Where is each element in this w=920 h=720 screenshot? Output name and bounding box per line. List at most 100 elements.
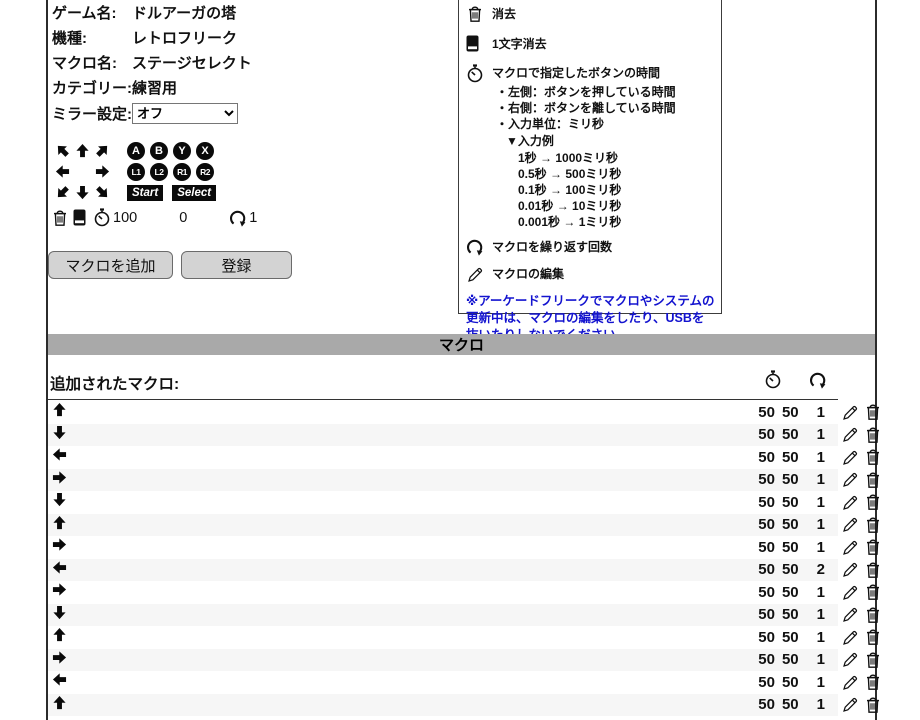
edit-macro-icon[interactable] <box>841 560 860 579</box>
edit-macro-icon[interactable] <box>841 493 860 512</box>
press-time: 50 <box>758 651 775 668</box>
dpad-up-left-button[interactable] <box>52 140 72 161</box>
stopwatch-icon <box>93 208 111 227</box>
macro-direction-left-icon <box>52 560 67 580</box>
content-frame: ゲーム名:ドルアーガの塔機種:レトロフリークマクロ名:ステージセレクトカテゴリー… <box>46 0 877 720</box>
repeat-count: 1 <box>817 606 825 623</box>
button-select[interactable]: Select <box>172 185 216 201</box>
help-time-line: ・入力単位：ミリ秒 <box>496 116 676 132</box>
macro-row-main: 50501 <box>48 626 838 649</box>
button-l1[interactable]: L1 <box>127 163 145 181</box>
trash-icon[interactable] <box>51 209 70 227</box>
macro-info-form: ゲーム名:ドルアーガの塔機種:レトロフリークマクロ名:ステージセレクトカテゴリー… <box>52 1 252 126</box>
delete-macro-icon[interactable] <box>864 493 882 511</box>
dpad-left-button[interactable] <box>52 161 72 182</box>
release-time: 50 <box>782 674 799 691</box>
button-r2[interactable]: R2 <box>196 163 214 181</box>
button-a[interactable]: A <box>127 142 145 160</box>
delete-macro-icon[interactable] <box>864 561 882 579</box>
delete-macro-icon[interactable] <box>864 628 882 646</box>
release-time: 50 <box>782 561 799 578</box>
edit-macro-icon[interactable] <box>841 605 860 624</box>
macro-row-main: 50502 <box>48 559 838 582</box>
dpad-up-right-button[interactable] <box>92 140 112 161</box>
erase-one-icon[interactable] <box>73 209 90 226</box>
delete-macro-icon[interactable] <box>864 448 882 466</box>
repeat-count: 1 <box>817 494 825 511</box>
mirror-setting-row: ミラー設定: オフ <box>52 101 252 126</box>
macro-row-main: 50501 <box>48 424 838 447</box>
edit-macro-icon[interactable] <box>841 515 860 534</box>
button-x[interactable]: X <box>196 142 214 160</box>
delete-macro-icon[interactable] <box>864 538 882 556</box>
repeat-icon <box>466 238 492 256</box>
macro-direction-up-icon <box>52 695 67 715</box>
edit-macro-icon[interactable] <box>841 425 860 444</box>
repeat-count: 1 <box>817 539 825 556</box>
field-value: ステージセレクト <box>132 51 252 76</box>
help-example-line: 0.01秒 → 10ミリ秒 <box>518 198 676 214</box>
dpad <box>52 140 112 203</box>
delete-macro-icon[interactable] <box>864 673 882 691</box>
button-l2[interactable]: L2 <box>150 163 168 181</box>
release-time: 50 <box>782 471 799 488</box>
delete-macro-icon[interactable] <box>864 426 882 444</box>
dpad-down-button[interactable] <box>72 182 92 203</box>
macro-row-main: 50501 <box>48 514 838 537</box>
press-time-value[interactable]: 100 <box>113 210 137 226</box>
delete-macro-icon[interactable] <box>864 403 882 421</box>
register-button[interactable]: 登録 <box>181 251 292 279</box>
repeat-count: 1 <box>817 674 825 691</box>
edit-macro-icon[interactable] <box>841 673 860 692</box>
field-value: ドルアーガの塔 <box>132 1 236 26</box>
edit-macro-icon[interactable] <box>841 403 860 422</box>
dpad-right-button[interactable] <box>92 161 112 182</box>
field-value: 練習用 <box>132 76 177 101</box>
add-macro-button[interactable]: マクロを追加 <box>48 251 173 279</box>
repeat-count: 2 <box>817 561 825 578</box>
macro-direction-right-icon <box>52 470 67 490</box>
delete-macro-icon[interactable] <box>864 651 882 669</box>
macro-direction-up-icon <box>52 402 67 422</box>
help-time-line: ・右側：ボタンを離している時間 <box>496 100 676 116</box>
delete-macro-icon[interactable] <box>864 606 882 624</box>
edit-macro-icon[interactable] <box>841 695 860 714</box>
repeat-count: 1 <box>817 471 825 488</box>
delete-macro-icon[interactable] <box>864 583 882 601</box>
edit-macro-icon[interactable] <box>841 448 860 467</box>
dpad-up-button[interactable] <box>72 140 92 161</box>
macro-row: 50501 <box>48 446 875 469</box>
macro-row-main: 50501 <box>48 694 838 717</box>
press-time: 50 <box>758 494 775 511</box>
edit-macro-icon[interactable] <box>841 583 860 602</box>
delete-macro-icon[interactable] <box>864 516 882 534</box>
edit-macro-icon[interactable] <box>841 470 860 489</box>
edit-macro-icon[interactable] <box>841 538 860 557</box>
repeat-count-value[interactable]: 1 <box>249 210 257 226</box>
release-time: 50 <box>782 449 799 466</box>
macro-row: 50501 <box>48 401 875 424</box>
button-r1[interactable]: R1 <box>173 163 191 181</box>
release-time: 50 <box>782 539 799 556</box>
release-time: 50 <box>782 426 799 443</box>
button-y[interactable]: Y <box>173 142 191 160</box>
edit-macro-icon[interactable] <box>841 650 860 669</box>
button-start[interactable]: Start <box>127 185 163 201</box>
press-time: 50 <box>758 696 775 713</box>
mirror-select[interactable]: オフ <box>132 103 238 124</box>
button-b[interactable]: B <box>150 142 168 160</box>
release-time-value[interactable]: 0 <box>179 210 187 226</box>
macro-row: 50501 <box>48 424 875 447</box>
macro-direction-up-icon <box>52 515 67 535</box>
edit-macro-icon[interactable] <box>841 628 860 647</box>
release-time: 50 <box>782 404 799 421</box>
dpad-down-right-button[interactable] <box>92 182 112 203</box>
delete-macro-icon[interactable] <box>864 696 882 714</box>
delete-macro-icon[interactable] <box>864 471 882 489</box>
release-time: 50 <box>782 651 799 668</box>
repeat-count: 1 <box>817 516 825 533</box>
dpad-down-left-button[interactable] <box>52 182 72 203</box>
press-time: 50 <box>758 404 775 421</box>
help-erase-label: 消去 <box>492 5 516 22</box>
macro-direction-up-icon <box>52 627 67 647</box>
